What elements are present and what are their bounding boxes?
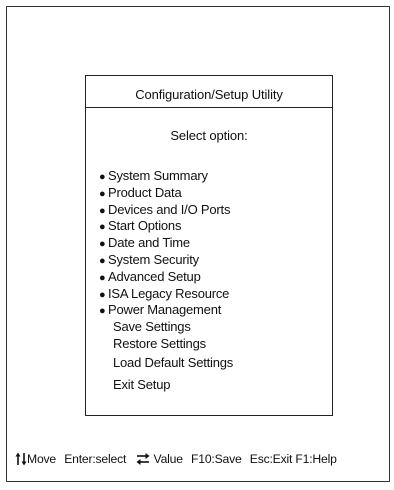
- menu-item-label: Devices and I/O Ports: [108, 201, 231, 217]
- menu-item-label: System Summary: [108, 168, 208, 183]
- menu-item-devices-io-ports[interactable]: ● Devices and I/O Ports: [99, 202, 233, 219]
- menu-item-label: Power Management: [108, 302, 222, 318]
- menu-item-label: Load Default Settings: [113, 354, 234, 370]
- save-hint: F10:Save: [191, 451, 242, 466]
- bullet-icon: ●: [99, 271, 106, 284]
- menu-item-label: Product Data: [108, 184, 182, 200]
- dialog-title: Configuration/Setup Utility: [86, 76, 332, 108]
- menu-item-advanced-setup[interactable]: ● Advanced Setup: [99, 269, 233, 286]
- setup-dialog: Configuration/Setup Utility Select optio…: [85, 75, 333, 416]
- bullet-icon: ●: [99, 254, 106, 267]
- bullet-icon: ●: [99, 221, 106, 234]
- menu-item-label: Save Settings: [113, 319, 191, 335]
- setup-screen: Configuration/Setup Utility Select optio…: [6, 6, 390, 482]
- value-hint: Value: [153, 451, 183, 466]
- key-help-bar: Move Enter:select Value F10:Save Esc:Exi…: [15, 449, 394, 467]
- menu-item-label: Start Options: [108, 218, 182, 234]
- bullet-icon: ●: [99, 238, 106, 251]
- main-menu: ● System Summary ● Product Data ● Devices a…: [99, 168, 233, 393]
- exit-hint: Esc:Exit: [249, 451, 293, 466]
- menu-item-isa-legacy-resource[interactable]: ● ISA Legacy Resource: [99, 286, 233, 303]
- bullet-icon: ●: [99, 305, 106, 318]
- menu-item-system-summary[interactable]: ● System Summary: [99, 168, 233, 185]
- menu-item-date-and-time[interactable]: ● Date and Time: [99, 235, 233, 252]
- help-hint: F1:Help: [295, 451, 337, 466]
- bullet-icon: ●: [99, 187, 106, 200]
- menu-item-system-security[interactable]: ● System Security: [99, 252, 233, 269]
- bullet-icon: ●: [99, 171, 106, 183]
- opposing-arrows-icon: [136, 452, 150, 466]
- menu-item-label: Restore Settings: [113, 335, 206, 351]
- menu-item-product-data[interactable]: ● Product Data: [99, 185, 233, 202]
- menu-item-label: Date and Time: [108, 235, 190, 251]
- menu-item-load-default-settings[interactable]: Load Default Settings: [99, 355, 233, 372]
- menu-item-start-options[interactable]: ● Start Options: [99, 218, 233, 235]
- menu-item-power-management[interactable]: ● Power Management: [99, 302, 233, 319]
- up-down-arrows-icon: [15, 452, 27, 466]
- select-option-prompt: Select option:: [170, 128, 248, 143]
- menu-item-label: Advanced Setup: [108, 268, 201, 284]
- select-hint: Enter:select: [64, 451, 127, 466]
- menu-item-restore-settings[interactable]: Restore Settings: [99, 336, 233, 353]
- bullet-icon: ●: [99, 288, 106, 301]
- menu-item-save-settings[interactable]: Save Settings: [99, 319, 233, 336]
- menu-item-label: ISA Legacy Resource: [108, 285, 230, 301]
- bullet-icon: ●: [99, 204, 106, 217]
- move-hint: Move: [27, 451, 57, 466]
- menu-item-label: System Security: [108, 251, 199, 267]
- menu-item-label: Exit Setup: [113, 376, 171, 392]
- menu-item-exit-setup[interactable]: Exit Setup: [99, 377, 233, 394]
